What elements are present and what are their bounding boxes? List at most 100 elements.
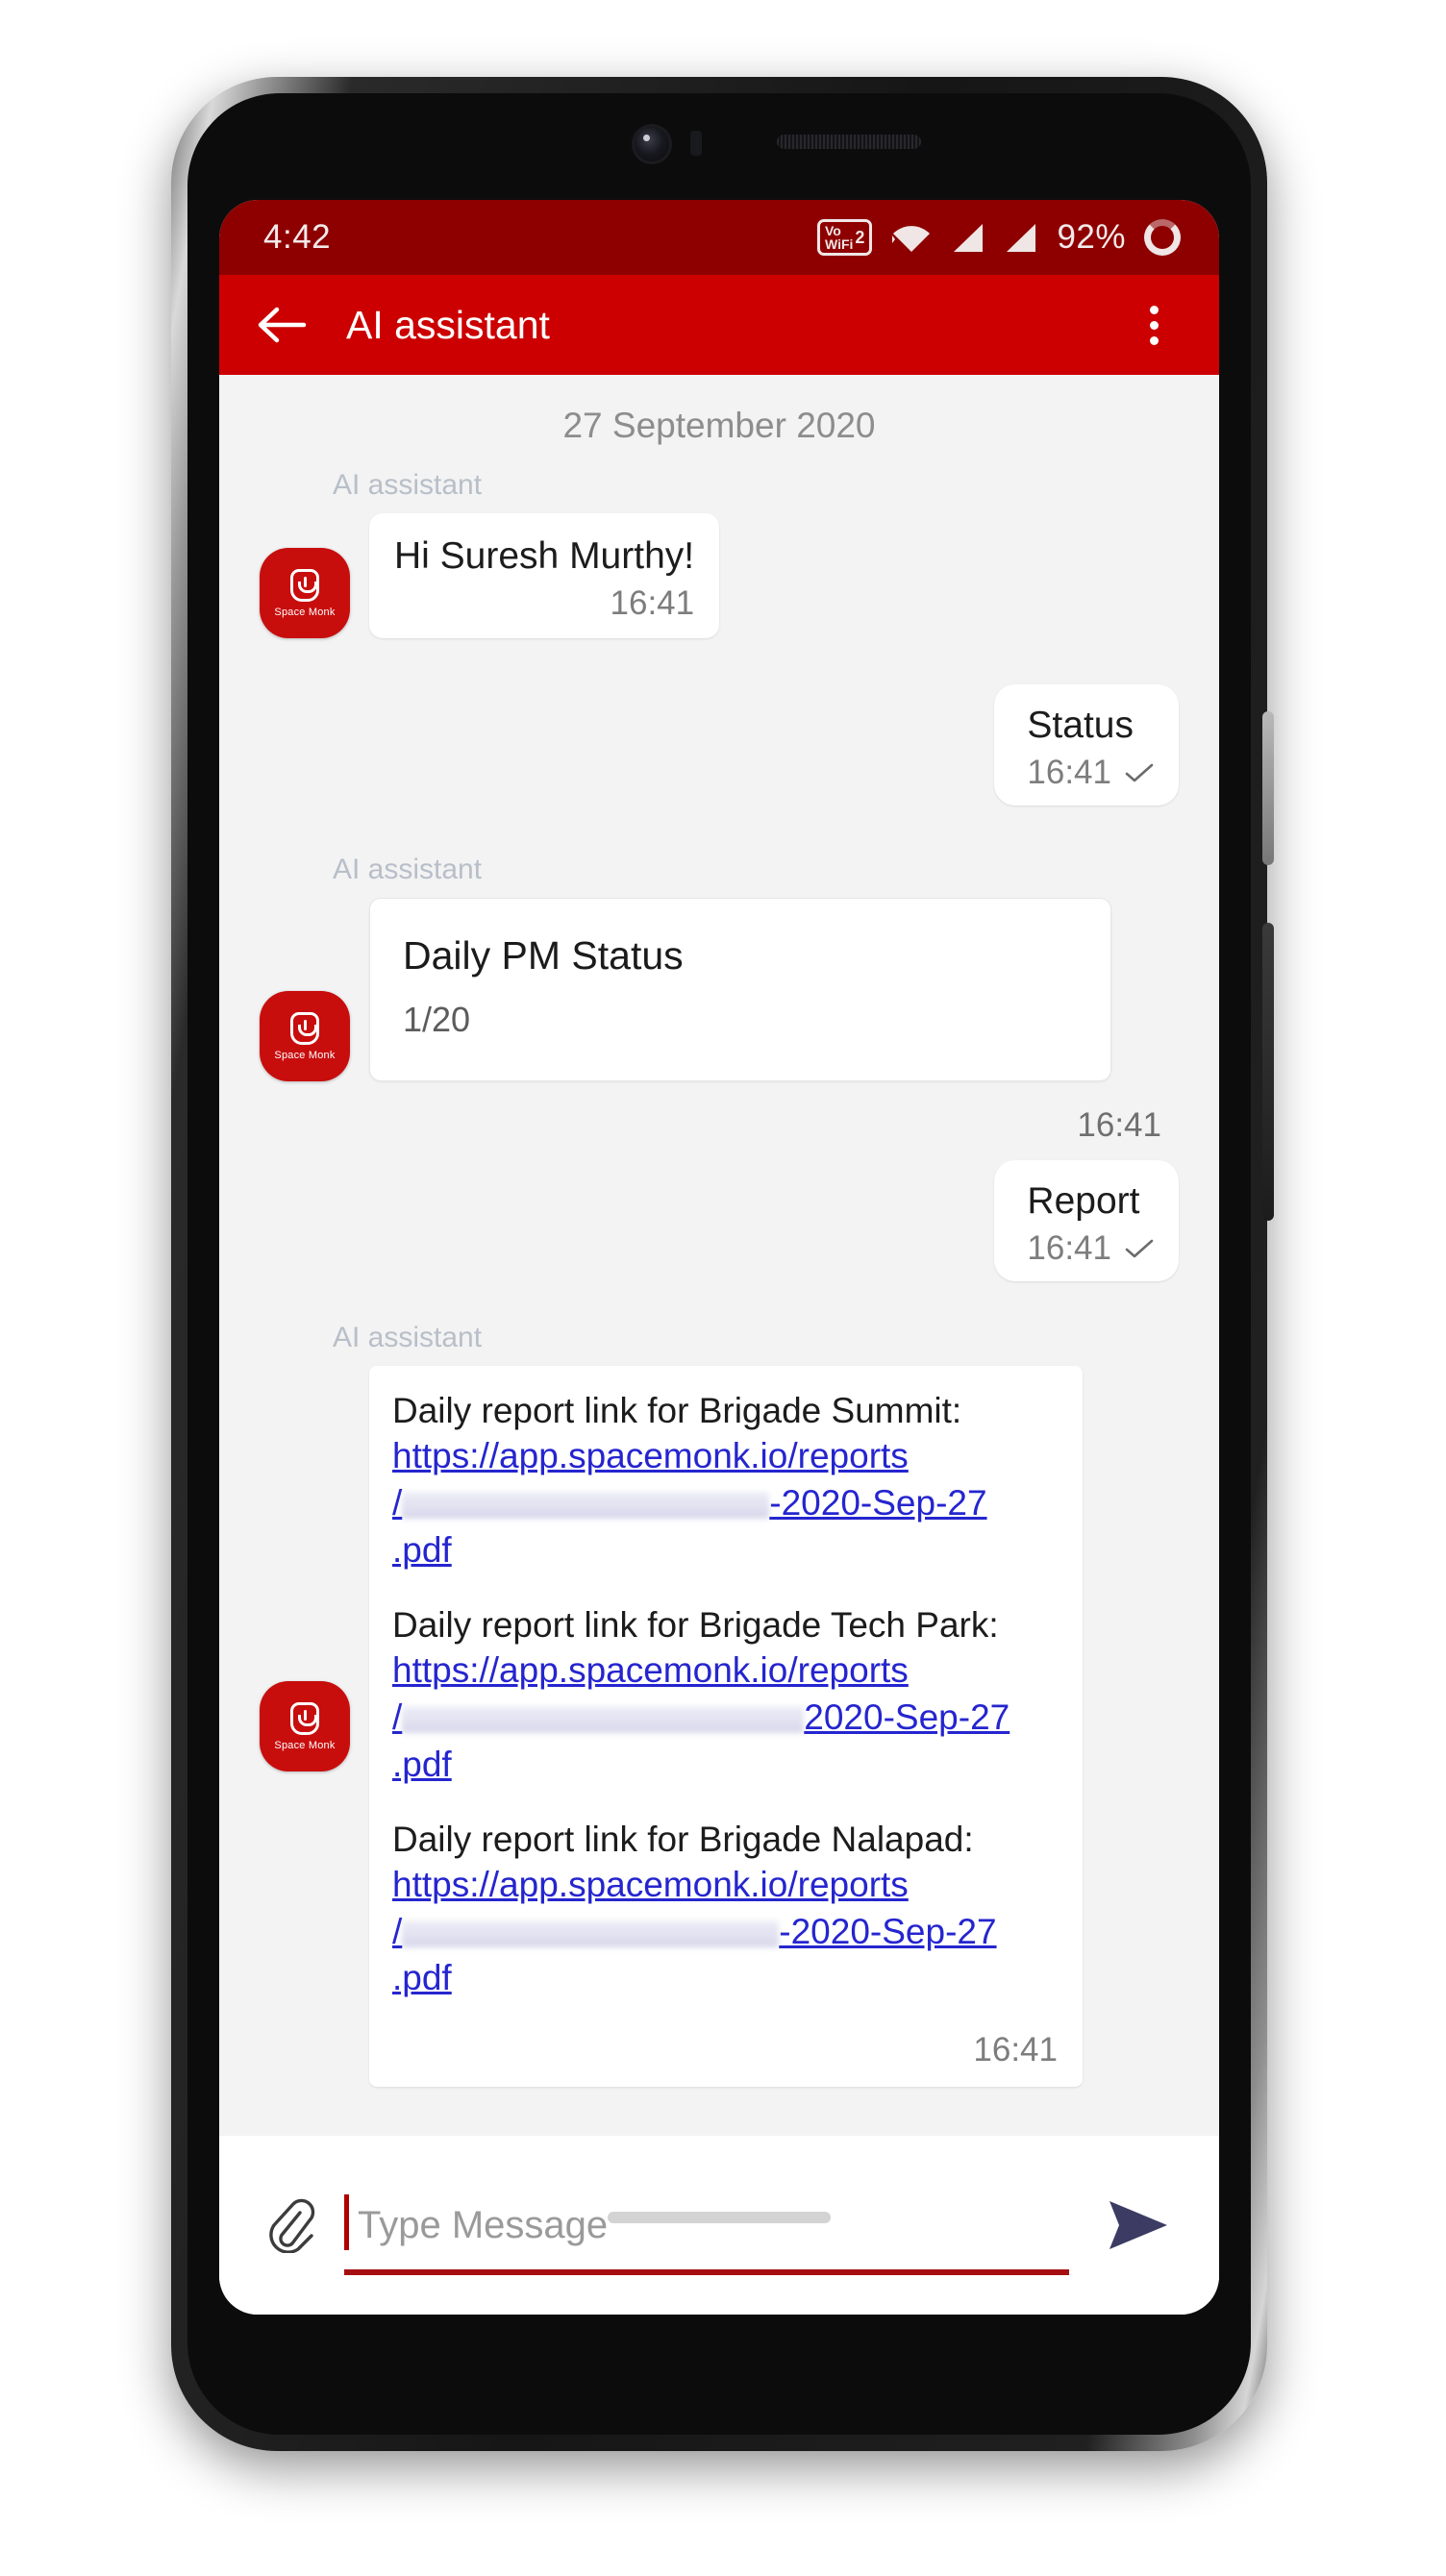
arrow-left-icon: [258, 307, 307, 343]
delivered-check-icon: [1125, 763, 1154, 782]
battery-percent-label: 92%: [1057, 218, 1126, 256]
report-link-label: Daily report link for Brigade Nalapad:: [392, 1819, 974, 1859]
avatar: Space Monk: [260, 548, 350, 639]
report-link-date: -2020-Sep-27: [769, 1483, 987, 1523]
report-link-date: 2020-Sep-27: [804, 1697, 1010, 1737]
signal-icon-2: [1007, 223, 1036, 252]
status-bar: 4:42 Vo WiFi 2 92%: [219, 200, 1219, 275]
report-link-extension: .pdf: [392, 1529, 452, 1570]
message-row-outgoing: Report 16:41: [219, 1160, 1219, 1282]
back-button[interactable]: [252, 295, 312, 355]
overflow-menu-icon: [1149, 305, 1159, 314]
report-link-head: https://app.spacemonk.io/reports: [392, 1864, 909, 1904]
report-link-ext[interactable]: .pdf: [392, 1742, 1058, 1789]
status-card[interactable]: Daily PM Status 1/20: [369, 898, 1111, 1082]
overflow-menu-icon: [1149, 320, 1159, 330]
avatar-label: Space Monk: [274, 1739, 336, 1751]
vowifi-icon: Vo WiFi 2: [817, 219, 873, 256]
report-link-extension: .pdf: [392, 1744, 452, 1784]
message-text: Report: [1027, 1180, 1140, 1223]
report-link-extension: .pdf: [392, 1958, 452, 1998]
report-link-head: https://app.spacemonk.io/reports: [392, 1436, 909, 1476]
avatar-label: Space Monk: [274, 1049, 336, 1061]
card-title: Daily PM Status: [403, 933, 684, 978]
message-sender-label: AI assistant: [333, 469, 483, 501]
message-meta: 16:41: [392, 2031, 1058, 2069]
message-time: 16:41: [1077, 1106, 1161, 1145]
report-link-ext[interactable]: .pdf: [392, 1527, 1058, 1574]
delivered-check-icon: [1125, 1239, 1154, 1258]
report-link-label: Daily report link for Brigade Tech Park:: [392, 1604, 999, 1645]
input-underline: [344, 2269, 1069, 2275]
gesture-nav-area[interactable]: [267, 2192, 1171, 2243]
avatar: Space Monk: [260, 991, 350, 1082]
redacted-url-segment: [402, 1492, 770, 1520]
power-logo-icon: [290, 1011, 319, 1045]
report-link[interactable]: https://app.spacemonk.io/reports: [392, 1433, 1058, 1480]
power-button[interactable]: [1262, 923, 1274, 1221]
power-logo-icon: [290, 1701, 319, 1735]
message-bubble[interactable]: Report 16:41: [994, 1160, 1179, 1282]
message-text: Hi Suresh Murthy!: [394, 535, 695, 577]
avatar-label: Space Monk: [274, 606, 336, 618]
report-link-ext[interactable]: .pdf: [392, 1955, 1058, 2002]
signal-icon-1: [954, 223, 984, 252]
overflow-menu-icon: [1149, 335, 1159, 345]
report-link-group: Daily report link for Brigade Summit: ht…: [392, 1389, 1058, 1574]
message-bubble[interactable]: Status 16:41: [994, 684, 1179, 806]
message-row-incoming: Space Monk Daily report link for Brigade…: [219, 1366, 1219, 2088]
message-sender-label: AI assistant: [333, 854, 483, 886]
volume-button[interactable]: [1262, 711, 1274, 865]
report-link[interactable]: https://app.spacemonk.io/reports: [392, 1862, 1058, 1909]
report-link-slash: /: [392, 1911, 403, 1951]
page-title: AI assistant: [346, 302, 550, 347]
message-time: 16:41: [1027, 1229, 1111, 1268]
report-link[interactable]: https://app.spacemonk.io/reports: [392, 1647, 1058, 1695]
vowifi-label-bottom: WiFi: [825, 236, 854, 252]
status-icon-group: Vo WiFi 2 92%: [817, 218, 1181, 257]
report-link-tail[interactable]: / 2020-Sep-27: [392, 1695, 1058, 1742]
phone-screen: 4:42 Vo WiFi 2 92% AI assistant 27 Septe…: [219, 200, 1219, 2315]
message-sender-label: AI assistant: [333, 1322, 483, 1354]
message-meta: 16:41: [1027, 1229, 1154, 1268]
report-link-group: Daily report link for Brigade Nalapad: h…: [392, 1818, 1058, 2003]
report-link-label: Daily report link for Brigade Summit:: [392, 1391, 962, 1431]
message-row-outgoing: Status 16:41: [219, 684, 1219, 806]
message-time: 16:41: [610, 584, 695, 623]
front-camera: [635, 127, 669, 161]
redacted-url-segment: [402, 1705, 805, 1733]
avatar: Space Monk: [260, 1681, 350, 1772]
chat-thread[interactable]: 27 September 2020 AI assistant Space Mon…: [219, 375, 1219, 2136]
report-link-group: Daily report link for Brigade Tech Park:…: [392, 1603, 1058, 1789]
earpiece-speaker: [777, 135, 921, 149]
message-time: 16:41: [1027, 754, 1111, 792]
report-link-slash: /: [392, 1483, 403, 1523]
message-meta: 16:41: [394, 584, 695, 623]
message-row-incoming: Space Monk Hi Suresh Murthy! 16:41: [219, 513, 1219, 639]
message-bubble[interactable]: Hi Suresh Murthy! 16:41: [369, 513, 720, 639]
report-link-tail[interactable]: / -2020-Sep-27: [392, 1909, 1058, 1956]
proximity-sensor: [690, 131, 702, 156]
card-subtitle: 1/20: [403, 1000, 471, 1040]
message-time: 16:41: [973, 2031, 1058, 2069]
home-indicator[interactable]: [608, 2212, 831, 2223]
status-time: 4:42: [263, 218, 332, 256]
redacted-url-segment: [402, 1920, 780, 1947]
report-link-slash: /: [392, 1697, 403, 1737]
date-separator: 27 September 2020: [562, 406, 876, 445]
app-bar: AI assistant: [219, 275, 1219, 375]
report-link-date: -2020-Sep-27: [779, 1911, 997, 1951]
wifi-icon: [892, 225, 931, 252]
vowifi-number: 2: [855, 228, 865, 247]
message-meta: 16:41: [1027, 754, 1154, 792]
power-logo-icon: [290, 568, 319, 602]
report-link-head: https://app.spacemonk.io/reports: [392, 1650, 909, 1691]
message-bubble-links[interactable]: Daily report link for Brigade Summit: ht…: [369, 1366, 1083, 2088]
message-row-incoming: Space Monk Daily PM Status 1/20: [219, 898, 1219, 1082]
message-text: Status: [1027, 705, 1134, 747]
vowifi-label-top: Vo: [825, 223, 841, 238]
report-link-tail[interactable]: / -2020-Sep-27: [392, 1480, 1058, 1527]
overflow-menu-button[interactable]: [1127, 295, 1181, 355]
phone-device: 4:42 Vo WiFi 2 92% AI assistant 27 Septe…: [171, 77, 1274, 2451]
battery-ring-icon: [1144, 219, 1181, 256]
